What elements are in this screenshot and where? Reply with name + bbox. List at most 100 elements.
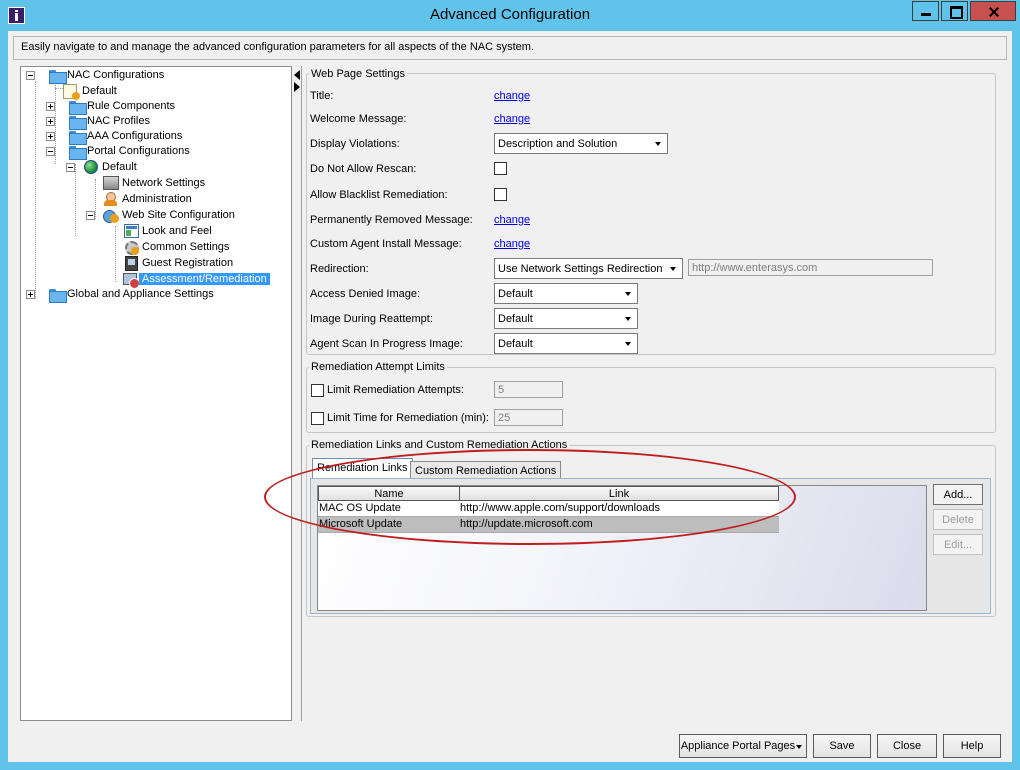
tree-item-rule-components[interactable]: Rule Components [23,99,223,115]
save-button[interactable]: Save [813,734,871,758]
maximize-button[interactable] [941,1,968,21]
expand-toggle[interactable] [46,117,55,126]
agent-scan-image-dropdown[interactable]: Default [494,333,638,354]
guest-registration-icon [125,256,138,271]
table-cell-name: Microsoft Update [318,517,459,533]
welcome-message-change-link[interactable]: change [494,113,530,125]
reattempt-image-dropdown[interactable]: Default [494,308,638,329]
tree-item-label: NAC Configurations [67,69,165,81]
agent-scan-image-label: Agent Scan In Progress Image: [310,338,463,350]
chevron-down-icon [625,292,631,296]
display-violations-dropdown[interactable]: Description and Solution [494,133,668,154]
tree-item-administration[interactable]: Administration [23,192,223,207]
reattempt-image-label: Image During Reattempt: [310,313,433,325]
access-denied-image-dropdown[interactable]: Default [494,283,638,304]
expand-right-arrow-icon[interactable] [294,82,300,92]
redirection-dropdown[interactable]: Use Network Settings Redirection [494,258,683,279]
tree-item-label: Administration [122,193,192,205]
tree-item-aaa-configurations[interactable]: AAA Configurations [23,129,223,145]
permanently-removed-change-link[interactable]: change [494,214,530,226]
collapse-toggle[interactable] [46,147,55,156]
administrator-icon [103,192,119,207]
custom-agent-install-change-link[interactable]: change [494,238,530,250]
tab-remediation-links[interactable]: Remediation Links [312,458,413,478]
redirection-url-field[interactable]: http://www.enterasys.com [688,259,933,276]
tree-item-label: Rule Components [87,100,176,112]
close-window-button[interactable] [970,1,1016,21]
pane-splitter[interactable] [293,66,301,721]
folder-icon [49,70,67,84]
button-label: Appliance Portal Pages [680,740,796,752]
tree-item-label: Guest Registration [142,257,234,269]
tree-item-look-and-feel[interactable]: Look and Feel [23,224,223,239]
description-text: Easily navigate to and manage the advanc… [21,41,535,53]
globe-icon [84,160,98,174]
limit-attempts-checkbox[interactable] [311,384,324,397]
tree-item-common-settings[interactable]: Common Settings [23,240,229,255]
tree-item-nac-profiles[interactable]: NAC Profiles [23,114,223,130]
folder-icon [49,289,67,303]
collapse-toggle[interactable] [66,163,75,172]
help-button[interactable]: Help [943,734,1001,758]
tree-item-web-site-configuration[interactable]: Web Site Configuration [23,208,235,223]
no-rescan-checkbox[interactable] [494,162,507,175]
configuration-page-icon [63,84,80,100]
tree-item-nac-configurations[interactable]: NAC Configurations [23,68,223,84]
tree-item-label: NAC Profiles [87,115,150,127]
limit-time-label: Limit Time for Remediation (min): [327,412,489,424]
tree-item-global-appliance-settings[interactable]: Global and Appliance Settings [23,287,243,303]
tree-item-label: Network Settings [122,177,206,189]
custom-agent-install-label: Custom Agent Install Message: [310,238,462,250]
chevron-down-icon [796,745,802,749]
limit-time-field[interactable]: 25 [494,409,563,426]
folder-icon [69,101,87,115]
tree-item-label: Default [102,161,137,173]
edit-link-button[interactable]: Edit... [933,534,983,555]
tree-item-label: Common Settings [142,241,230,253]
appliance-portal-pages-button[interactable]: Appliance Portal Pages [679,734,807,758]
remediation-links-table[interactable]: Name Link MAC OS Update http://www.apple… [317,485,927,611]
tree-item-label: Look and Feel [142,225,212,237]
close-button[interactable]: Close [877,734,937,758]
add-link-button[interactable]: Add... [933,484,983,505]
collapse-left-arrow-icon[interactable] [294,70,300,80]
tree-item-assessment-remediation[interactable]: Assessment/Remediation [23,272,273,289]
tree-item-portal-default[interactable]: Default [23,160,223,175]
chevron-down-icon [625,317,631,321]
expand-toggle[interactable] [46,132,55,141]
assessment-remediation-icon [123,272,140,289]
folder-icon [69,146,87,160]
title-change-link[interactable]: change [494,90,530,102]
chevron-down-icon [670,267,676,271]
tree-item-portal-configurations[interactable]: Portal Configurations [23,144,223,160]
blacklist-remediation-checkbox[interactable] [494,188,507,201]
collapse-toggle[interactable] [86,211,95,220]
tree-item-label: Portal Configurations [87,145,190,157]
welcome-message-label: Welcome Message: [310,113,407,125]
tree-item-label: Global and Appliance Settings [67,288,214,300]
tree-item-guest-registration[interactable]: Guest Registration [23,256,233,271]
minimize-button[interactable] [912,1,939,21]
table-cell-link: http://www.apple.com/support/downloads [459,501,779,517]
column-header-link[interactable]: Link [459,486,779,501]
chevron-down-icon [655,142,661,146]
collapse-toggle[interactable] [26,71,35,80]
tree-item-default[interactable]: Default [23,84,223,100]
blacklist-remediation-label: Allow Blacklist Remediation: [310,189,448,201]
field-value: http://www.enterasys.com [692,262,818,274]
navigation-tree[interactable]: NAC Configurations Default Rule Componen… [20,66,292,721]
limit-attempts-label: Limit Remediation Attempts: [327,384,464,396]
column-header-name[interactable]: Name [318,486,460,501]
expand-toggle[interactable] [46,102,55,111]
dropdown-value: Use Network Settings Redirection [498,263,663,275]
limit-attempts-field[interactable]: 5 [494,381,563,398]
remediation-limits-legend: Remediation Attempt Limits [309,361,447,373]
field-value: 5 [498,384,505,396]
delete-link-button[interactable]: Delete [933,509,983,530]
tree-item-label: Assessment/Remediation [139,273,270,285]
limit-time-checkbox[interactable] [311,412,324,425]
expand-toggle[interactable] [26,290,35,299]
remediation-links-legend: Remediation Links and Custom Remediation… [309,439,570,451]
table-cell-name: MAC OS Update [318,501,459,517]
tree-item-network-settings[interactable]: Network Settings [23,176,223,191]
